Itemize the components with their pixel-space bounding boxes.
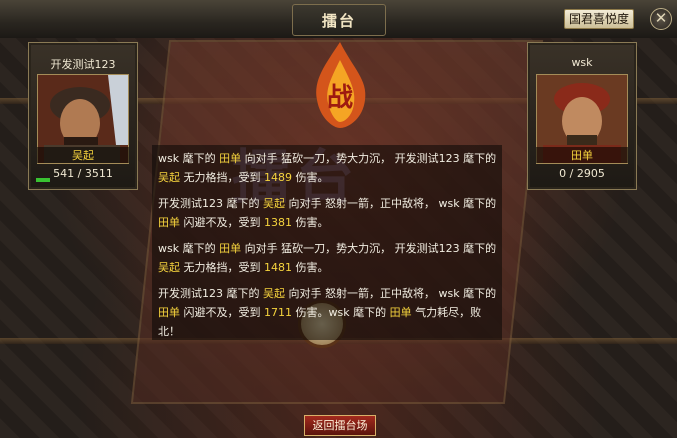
log-text: 伤害。 xyxy=(292,216,329,229)
title-bar: 擂台 国君喜悦度 ✕ xyxy=(0,0,677,39)
log-highlight: 田单 xyxy=(158,216,180,229)
log-text: 向对手 怒射一箭，正中敌将， wsk 麾下的 xyxy=(285,287,497,300)
flame-emblem-icon: 战 xyxy=(316,42,366,128)
favor-button[interactable]: 国君喜悦度 xyxy=(564,9,634,29)
battle-log-entry: wsk 麾下的 田单 向对手 猛砍一刀，势大力沉， 开发测试123 麾下的 吴起… xyxy=(158,149,503,187)
battle-log-entry: 开发测试123 麾下的 吴起 向对手 怒射一箭，正中敌将， wsk 麾下的 田单… xyxy=(158,284,503,341)
log-highlight: 田单 xyxy=(389,306,412,319)
log-text: 开发测试123 麾下的 xyxy=(158,287,263,300)
return-arena-button[interactable]: 返回擂台场 xyxy=(304,415,376,436)
log-text: 伤害。 xyxy=(292,171,329,184)
log-text: 伤害。wsk 麾下的 xyxy=(292,306,390,319)
log-text: 伤害。 xyxy=(292,261,329,274)
log-text: wsk 麾下的 xyxy=(158,242,220,255)
log-highlight: 1481 xyxy=(264,261,292,274)
right-general-name: 田单 xyxy=(536,147,628,163)
battle-log-entry: wsk 麾下的 田单 向对手 猛砍一刀，势大力沉， 开发测试123 麾下的 吴起… xyxy=(158,239,503,277)
log-highlight: 田单 xyxy=(219,152,242,165)
battle-log: wsk 麾下的 田单 向对手 猛砍一刀，势大力沉， 开发测试123 麾下的 吴起… xyxy=(158,149,503,348)
log-text: 闪避不及，受到 xyxy=(180,306,264,319)
log-text: 向对手 怒射一箭，正中敌将， wsk 麾下的 xyxy=(285,197,497,210)
left-general-name: 吴起 xyxy=(37,147,129,163)
right-fighter-card: wsk 田单 0 / 2905 xyxy=(527,42,637,190)
log-highlight: 吴起 xyxy=(158,261,180,274)
log-text: 闪避不及，受到 xyxy=(180,216,264,229)
log-highlight: 吴起 xyxy=(158,171,180,184)
log-highlight: 田单 xyxy=(219,242,242,255)
left-player-name: 开发测试123 xyxy=(50,58,116,71)
log-text: wsk 麾下的 xyxy=(158,152,220,165)
log-highlight: 1381 xyxy=(264,216,292,229)
log-text: 向对手 猛砍一刀，势大力沉， 开发测试123 麾下的 xyxy=(241,242,497,255)
log-highlight: 田单 xyxy=(158,306,180,319)
log-highlight: 吴起 xyxy=(263,287,285,300)
left-hp-bar xyxy=(36,178,50,182)
window-title: 擂台 xyxy=(292,4,386,36)
log-text: 无力格挡，受到 xyxy=(180,261,264,274)
right-player-name: wsk xyxy=(571,56,593,69)
right-hp-text: 0 / 2905 xyxy=(559,167,605,180)
log-text: 无力格挡，受到 xyxy=(180,171,264,184)
flame-glyph: 战 xyxy=(327,83,353,113)
log-highlight: 吴起 xyxy=(263,197,285,210)
log-text: 开发测试123 麾下的 xyxy=(158,197,263,210)
log-highlight: 1489 xyxy=(264,171,292,184)
log-highlight: 1711 xyxy=(264,306,292,319)
log-text: 向对手 猛砍一刀，势大力沉， 开发测试123 麾下的 xyxy=(241,152,497,165)
battle-log-entry: 开发测试123 麾下的 吴起 向对手 怒射一箭，正中敌将， wsk 麾下的 田单… xyxy=(158,194,503,232)
left-fighter-card: 开发测试123 吴起 541 / 3511 xyxy=(28,42,138,190)
close-icon[interactable]: ✕ xyxy=(650,8,672,30)
